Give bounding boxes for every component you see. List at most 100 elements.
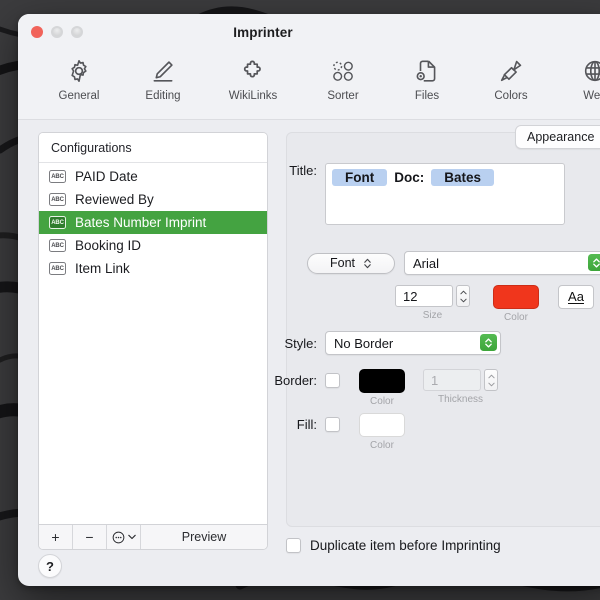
- sidebar-header: Configurations: [39, 133, 267, 163]
- toolbar-item-colors[interactable]: Colors: [486, 52, 536, 102]
- list-item-bates-number-imprint[interactable]: ABC Bates Number Imprint: [39, 211, 267, 234]
- preferences-toolbar: General Editing WikiLinks Sorter Files C…: [18, 52, 600, 120]
- fill-row: Fill: Color: [251, 413, 405, 451]
- circles-icon: [330, 56, 357, 86]
- abc-badge-icon: ABC: [49, 170, 66, 183]
- abc-badge-icon: ABC: [49, 262, 66, 275]
- abc-badge-icon: ABC: [49, 239, 66, 252]
- fill-color-swatch[interactable]: [359, 413, 405, 437]
- toolbar-label: Sorter: [327, 90, 359, 102]
- style-label: Style:: [284, 335, 317, 351]
- font-popup-button[interactable]: Font: [307, 252, 395, 274]
- add-configuration-button[interactable]: +: [39, 525, 73, 549]
- border-label: Border:: [274, 373, 317, 388]
- remove-configuration-button[interactable]: −: [73, 525, 107, 549]
- list-item-label: Booking ID: [75, 238, 142, 253]
- border-color-group: Color: [359, 369, 405, 407]
- duplicate-option-row: Duplicate item before Imprinting: [286, 538, 501, 553]
- title-token-bates[interactable]: Bates: [431, 169, 495, 186]
- toolbar-label: Files: [414, 90, 440, 102]
- toolbar-item-sorter[interactable]: Sorter: [318, 52, 368, 102]
- chevron-updown-icon: [480, 334, 497, 351]
- font-popup-label: Font: [329, 256, 355, 270]
- style-select[interactable]: No Border: [325, 331, 501, 355]
- configurations-list: ABC PAID Date ABC Reviewed By ABC Bates …: [39, 163, 267, 524]
- abc-badge-icon: ABC: [49, 216, 66, 229]
- border-thickness-stepper[interactable]: [484, 369, 498, 391]
- list-item-item-link[interactable]: ABC Item Link: [39, 257, 267, 280]
- border-color-sublabel: Color: [370, 396, 394, 407]
- toolbar-label: Web: [583, 90, 600, 102]
- gear-icon: [66, 56, 92, 86]
- toolbar-item-general[interactable]: General: [54, 52, 104, 102]
- duplicate-label: Duplicate item before Imprinting: [310, 538, 501, 553]
- toolbar-item-wikilinks[interactable]: WikiLinks: [222, 52, 284, 102]
- title-row: Title: Font Doc: Bates: [251, 163, 565, 225]
- action-menu-button[interactable]: [107, 525, 141, 549]
- toolbar-item-editing[interactable]: Editing: [138, 52, 188, 102]
- font-row: Font Arial: [307, 251, 600, 275]
- title-label: Title:: [289, 163, 317, 178]
- text-color-swatch[interactable]: [493, 285, 539, 309]
- help-button[interactable]: ?: [38, 554, 62, 578]
- toolbar-item-web[interactable]: Web: [570, 52, 600, 102]
- list-item-label: Bates Number Imprint: [75, 215, 207, 230]
- duplicate-checkbox[interactable]: [286, 538, 301, 553]
- color-sublabel: Color: [504, 312, 528, 323]
- size-input[interactable]: 12: [395, 285, 453, 307]
- pane-tab-bar: Appearance: [515, 125, 600, 149]
- border-thickness-group: 1 Thickness: [423, 369, 498, 405]
- paintbrush-icon: [498, 56, 524, 86]
- pencil-icon: [150, 56, 176, 86]
- toolbar-item-files[interactable]: Files: [402, 52, 452, 102]
- window-title: Imprinter: [233, 25, 293, 40]
- title-input[interactable]: Font Doc: Bates: [325, 163, 565, 225]
- toolbar-label: General: [58, 90, 100, 102]
- toolbar-label: WikiLinks: [228, 90, 278, 102]
- border-row: Border: Color 1 Thickness: [251, 369, 498, 407]
- fill-color-sublabel: Color: [370, 440, 394, 451]
- globe-icon: [582, 56, 600, 86]
- list-item-label: Item Link: [75, 261, 130, 276]
- text-style-group: Aa: [558, 285, 594, 309]
- list-item-label: PAID Date: [75, 169, 138, 184]
- fill-label: Fill:: [296, 417, 317, 432]
- toolbar-label: Editing: [145, 90, 181, 102]
- size-stepper[interactable]: [456, 285, 470, 307]
- list-item-booking-id[interactable]: ABC Booking ID: [39, 234, 267, 257]
- border-thickness-input[interactable]: 1: [423, 369, 481, 391]
- toolbar-label: Colors: [494, 90, 528, 102]
- text-color-group: Color: [493, 285, 539, 323]
- fill-checkbox[interactable]: [325, 417, 340, 432]
- ellipsis-circle-icon: [112, 531, 124, 543]
- title-token-font[interactable]: Font: [332, 169, 388, 186]
- chevron-updown-icon: [588, 254, 600, 271]
- window-titlebar: Imprinter: [18, 14, 600, 52]
- border-color-swatch[interactable]: [359, 369, 405, 393]
- list-item-label: Reviewed By: [75, 192, 154, 207]
- list-item-paid-date[interactable]: ABC PAID Date: [39, 165, 267, 188]
- window-content: Configurations ABC PAID Date ABC Reviewe…: [18, 120, 600, 586]
- sidebar-footer-toolbar: + − Preview: [39, 524, 267, 549]
- style-row: Style: No Border: [251, 331, 501, 355]
- configurations-sidebar: Configurations ABC PAID Date ABC Reviewe…: [38, 132, 268, 550]
- font-family-value: Arial: [413, 255, 440, 271]
- preview-button[interactable]: Preview: [141, 525, 267, 549]
- tab-appearance[interactable]: Appearance: [516, 126, 600, 148]
- fill-color-group: Color: [359, 413, 405, 451]
- size-color-row: 12 Size Color Aa: [395, 285, 594, 323]
- font-family-select[interactable]: Arial: [404, 251, 600, 275]
- appearance-pane: Appearance Title: Font Doc: Bates Font A…: [274, 125, 600, 527]
- imprinter-window: Imprinter General Editing WikiLinks Sort…: [18, 14, 600, 586]
- size-stepper-group: 12 Size: [395, 285, 470, 321]
- text-style-button[interactable]: Aa: [558, 285, 594, 309]
- updown-chevron-icon: [364, 258, 371, 268]
- border-checkbox[interactable]: [325, 373, 340, 388]
- chevron-down-icon: [127, 534, 136, 540]
- title-plain-text: Doc:: [394, 170, 425, 185]
- puzzle-icon: [240, 56, 267, 86]
- list-item-reviewed-by[interactable]: ABC Reviewed By: [39, 188, 267, 211]
- document-gear-icon: [414, 56, 440, 86]
- style-value: No Border: [334, 335, 394, 351]
- border-thickness-sublabel: Thickness: [437, 394, 483, 405]
